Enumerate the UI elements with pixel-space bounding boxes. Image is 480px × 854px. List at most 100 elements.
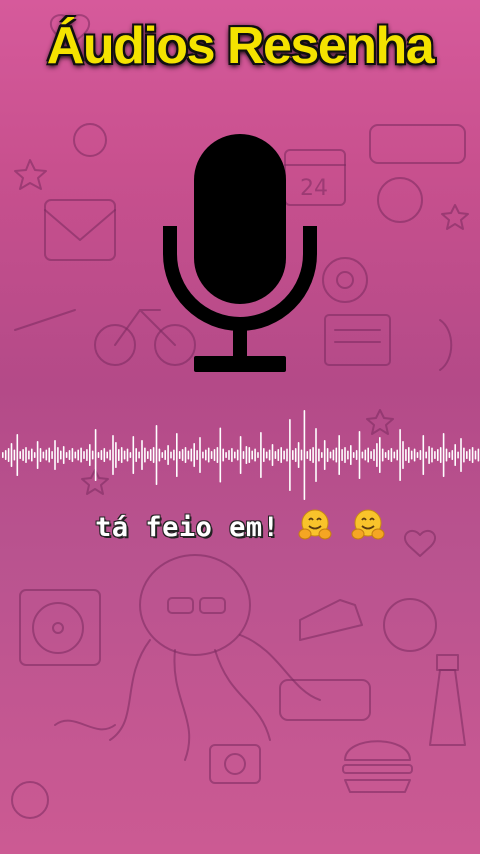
- waveform-bar: [109, 449, 111, 461]
- waveform-bar: [129, 452, 132, 458]
- waveform-bar: [332, 449, 335, 461]
- waveform-bar: [463, 447, 465, 463]
- waveform-bar: [248, 447, 251, 463]
- waveform-bar: [396, 449, 398, 461]
- caption-text: tá feio em!: [95, 512, 280, 543]
- waveform-bar: [123, 450, 126, 460]
- waveform-bar: [300, 449, 303, 461]
- waveform-bar: [193, 443, 195, 467]
- camera-doodle: [209, 744, 261, 784]
- waveform-bar: [184, 447, 187, 463]
- waveform-bar: [155, 425, 158, 485]
- waveform-bar: [466, 451, 468, 459]
- waveform-bar: [118, 449, 120, 461]
- waveform-bar: [22, 449, 24, 461]
- waveform-bar: [161, 452, 164, 458]
- waveform-bar: [294, 448, 297, 462]
- waveform-bar: [329, 451, 332, 459]
- waveform-bar: [289, 419, 291, 491]
- waveform-bar: [112, 435, 114, 475]
- waveform-bar: [448, 452, 451, 458]
- waveform-bar: [274, 451, 277, 459]
- waveform-bar: [173, 449, 175, 461]
- waveform-bar: [13, 449, 16, 461]
- waveform-bar: [231, 448, 233, 462]
- waveform-bar: [222, 448, 224, 462]
- waveform-bar: [16, 434, 19, 476]
- burger-doodle: [342, 740, 413, 793]
- waveform-bar: [292, 450, 294, 460]
- waveform-bar: [460, 438, 462, 472]
- waveform-bar: [370, 451, 372, 459]
- waveform-bar: [152, 447, 155, 463]
- waveform-bar: [106, 451, 108, 459]
- waveform-bar: [477, 448, 480, 462]
- waveform-bar: [216, 447, 219, 463]
- waveform-bar: [474, 450, 477, 460]
- waveform-bar: [454, 444, 456, 466]
- waveform-bar: [280, 447, 282, 463]
- waveform-bar: [207, 447, 210, 463]
- waveform-bar: [2, 452, 4, 458]
- waveform-bar: [190, 448, 193, 462]
- hugging-face-icon: [351, 509, 385, 540]
- waveform-bar: [355, 450, 358, 460]
- waveform-bar: [36, 441, 39, 469]
- waveform-bar: [10, 443, 13, 467]
- waveform-bar: [126, 448, 129, 462]
- waveform-bar: [268, 449, 271, 461]
- waveform-bar: [283, 450, 285, 460]
- waveform-bar: [468, 449, 471, 461]
- waveform-bar: [384, 452, 387, 458]
- waveform-bar: [138, 451, 140, 459]
- waveform-bar: [141, 440, 143, 470]
- waveform-bar: [263, 448, 265, 462]
- waveform-bar: [350, 445, 352, 465]
- waveform-bar: [364, 449, 367, 461]
- waveform-bar: [286, 448, 288, 462]
- waveform-bar: [439, 447, 442, 463]
- waveform-bar: [442, 433, 445, 477]
- waveform-bar: [4, 450, 7, 460]
- waveform-bar: [376, 443, 378, 467]
- waveform-bar: [236, 449, 239, 461]
- waveform-bar: [242, 451, 245, 459]
- waveform-bar: [393, 451, 396, 459]
- waveform-bar: [132, 436, 135, 474]
- waveform-bar: [42, 451, 45, 459]
- lighthouse-doodle: [429, 654, 466, 746]
- waveform-bar: [260, 432, 262, 478]
- waveform-bar: [94, 429, 97, 481]
- waveform-bar: [100, 450, 103, 460]
- waveform-bar: [265, 451, 268, 459]
- waveform-bar: [86, 449, 88, 461]
- envelope-doodle: [44, 199, 116, 261]
- waveform-bar: [277, 449, 280, 461]
- waveform-bar: [437, 449, 439, 461]
- waveform-bar: [210, 451, 213, 459]
- waveform-bar: [321, 452, 323, 458]
- waveform-bar: [309, 449, 311, 461]
- waveform-bar: [147, 451, 149, 459]
- waveform-bar: [103, 448, 106, 462]
- microphone-icon: [163, 134, 317, 372]
- waveform-bar: [71, 448, 74, 462]
- hugging-face-icon: [298, 509, 332, 540]
- waveform-bar: [416, 452, 419, 458]
- waveform-bar: [352, 452, 355, 458]
- waveform-bar: [425, 451, 427, 459]
- waveform-bar: [323, 440, 326, 470]
- waveform-bar: [445, 448, 448, 462]
- page-title: Áudios Resenha: [46, 17, 435, 75]
- waveform-bar: [89, 444, 91, 466]
- waveform-bar: [306, 451, 309, 459]
- waveform-bar: [257, 452, 259, 458]
- waveform-bar: [408, 447, 410, 463]
- waveform-bar: [7, 448, 10, 462]
- waveform-bar: [181, 449, 184, 461]
- waveform-bar: [422, 435, 425, 475]
- waveform-bar: [25, 447, 27, 463]
- waveform-bar: [187, 450, 190, 460]
- waveform-bar: [68, 450, 71, 460]
- shoe-doodle: [299, 599, 363, 641]
